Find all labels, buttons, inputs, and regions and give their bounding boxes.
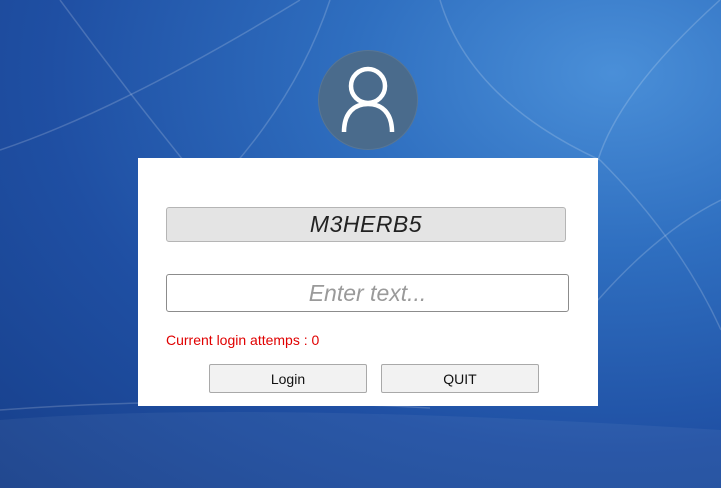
login-button[interactable]: Login	[209, 364, 367, 393]
code-entry-input[interactable]	[166, 274, 569, 312]
user-icon	[341, 66, 395, 133]
login-panel: M3HERB5 Current login attemps : 0 Login …	[138, 158, 598, 406]
captcha-code-display: M3HERB5	[166, 207, 566, 242]
login-attempts-text: Current login attemps : 0	[166, 332, 320, 348]
user-avatar	[318, 50, 418, 150]
quit-button[interactable]: QUIT	[381, 364, 539, 393]
